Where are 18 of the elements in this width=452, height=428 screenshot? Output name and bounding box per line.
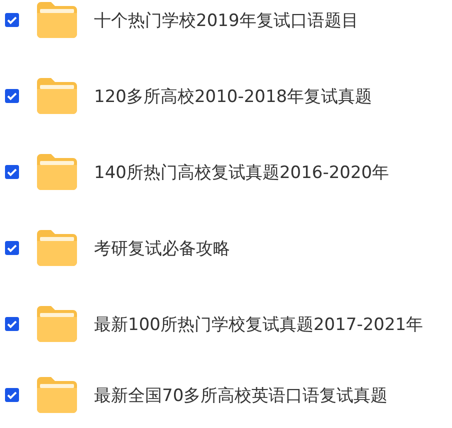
checkbox[interactable]: [5, 317, 19, 331]
folder-icon: [37, 230, 77, 266]
folder-icon: [37, 154, 77, 190]
checkbox[interactable]: [5, 89, 19, 103]
file-name[interactable]: 120多所高校2010-2018年复试真题: [94, 84, 372, 108]
checkbox[interactable]: [5, 388, 19, 402]
folder-icon: [37, 306, 77, 342]
folder-icon: [37, 2, 77, 38]
file-name[interactable]: 140所热门高校复试真题2016-2020年: [94, 160, 390, 184]
checkbox[interactable]: [5, 13, 19, 27]
checkbox[interactable]: [5, 165, 19, 179]
file-name[interactable]: 最新全国70多所高校英语口语复试真题: [94, 384, 388, 406]
file-name[interactable]: 考研复试必备攻略: [94, 236, 230, 260]
checkbox[interactable]: [5, 241, 19, 255]
file-name[interactable]: 最新100所热门学校复试真题2017-2021年: [94, 312, 424, 336]
folder-icon: [37, 377, 77, 413]
file-name[interactable]: 十个热门学校2019年复试口语题目: [94, 8, 358, 32]
folder-icon: [37, 78, 77, 114]
